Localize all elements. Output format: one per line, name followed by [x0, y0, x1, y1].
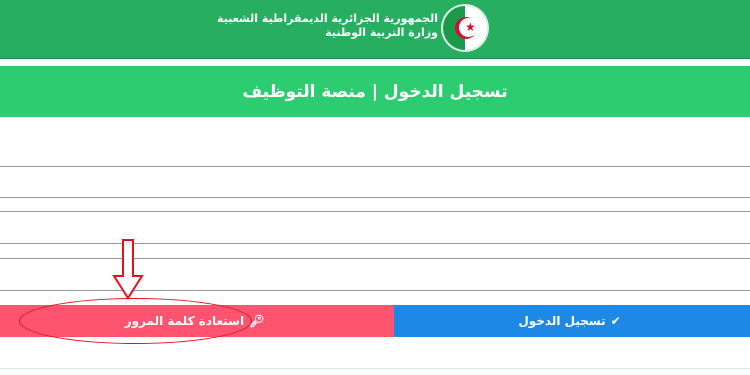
algeria-flag-emblem-icon: ★ — [443, 6, 487, 50]
ministry-line-republic: الجمهورية الجزائرية الديمقراطية الشعبية — [217, 12, 438, 25]
ministry-title: الجمهورية الجزائرية الديمقراطية الشعبية … — [217, 12, 438, 40]
login-button[interactable]: ✔ تسجيل الدخول — [394, 305, 750, 337]
form-divider — [0, 258, 750, 259]
top-header: ★ الجمهورية الجزائرية الديمقراطية الشعبي… — [0, 0, 750, 59]
recover-password-button[interactable]: 🔑︎ استعادة كلمة المرور — [0, 305, 394, 337]
form-divider — [0, 197, 750, 198]
key-icon: 🔑︎ — [249, 314, 265, 328]
form-divider — [0, 211, 750, 212]
page-title: تسجيل الدخول | منصة التوظيف — [242, 81, 508, 102]
bottom-divider — [0, 368, 750, 369]
page-title-bar: تسجيل الدخول | منصة التوظيف — [0, 66, 750, 117]
form-divider — [0, 243, 750, 244]
recover-password-label: استعادة كلمة المرور — [124, 314, 245, 328]
form-divider — [0, 290, 750, 291]
login-label: تسجيل الدخول — [518, 314, 606, 328]
check-icon: ✔ — [610, 314, 621, 328]
form-divider — [0, 166, 750, 167]
ministry-line-education: وزارة التربية الوطنية — [325, 26, 438, 39]
